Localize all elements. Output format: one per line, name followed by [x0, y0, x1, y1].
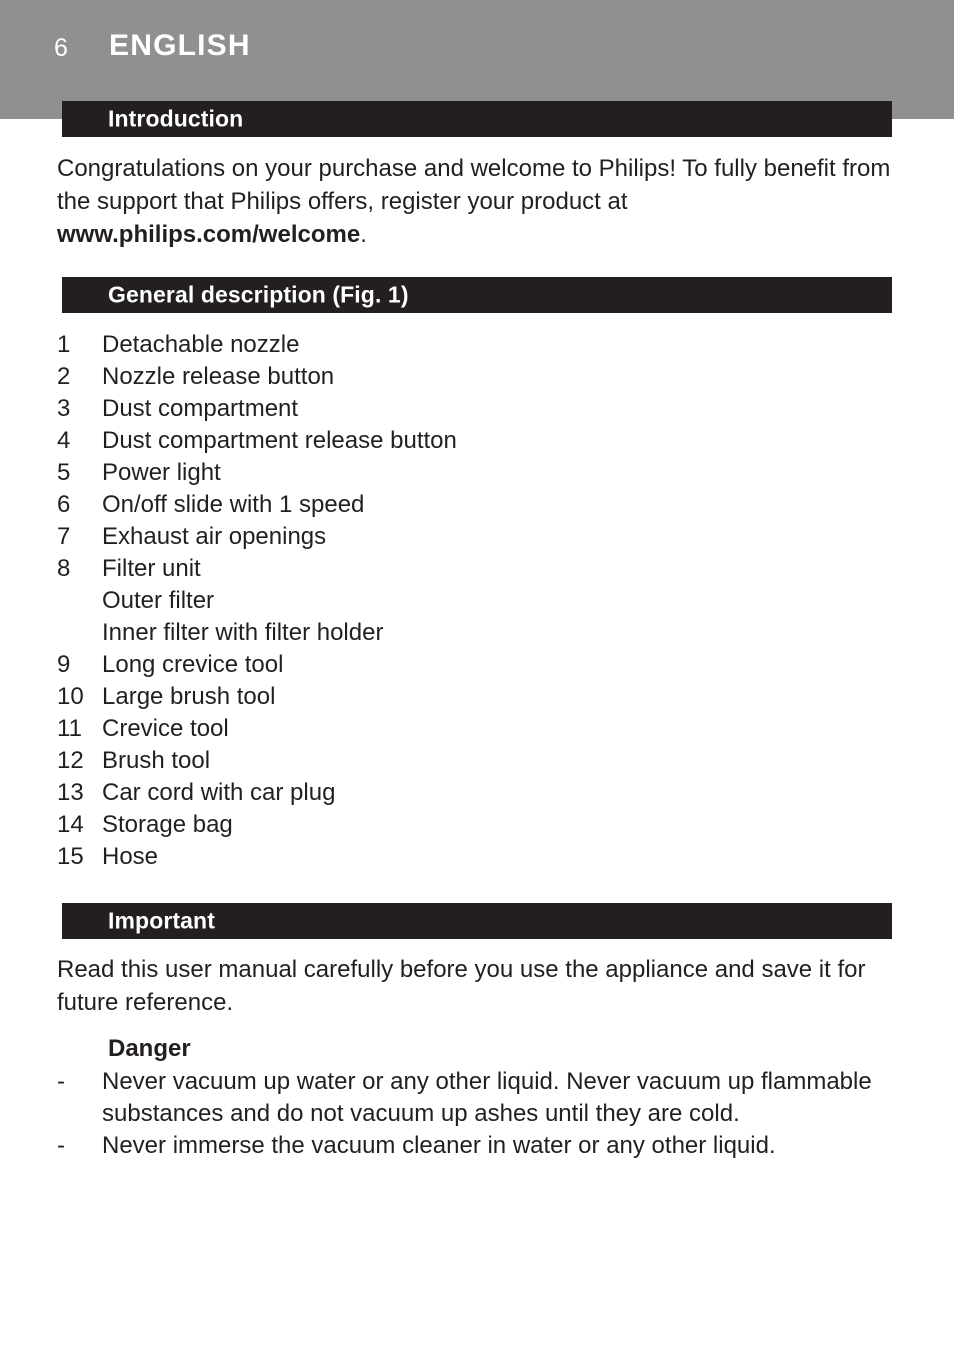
list-item-label: Dust compartment release button — [102, 427, 457, 454]
list-item-index: 14 — [57, 811, 84, 838]
section-bar-introduction: Introduction — [62, 101, 892, 137]
list-item: Inner filter with filter holder — [57, 617, 907, 649]
list-item: 8 Filter unit — [57, 553, 907, 585]
list-item-index: 3 — [57, 395, 71, 422]
list-item: - Never immerse the vacuum cleaner in wa… — [57, 1130, 907, 1162]
list-item-index: 1 — [57, 331, 71, 358]
list-item: 15 Hose — [57, 841, 907, 873]
philips-welcome-url: www.philips.com/welcome — [57, 221, 361, 248]
list-item: - Never vacuum up water or any other liq… — [57, 1066, 907, 1130]
list-item-label: Inner filter with filter holder — [102, 619, 384, 646]
list-item: 4 Dust compartment release button — [57, 425, 907, 457]
section-title-general-description: General description (Fig. 1) — [108, 281, 409, 308]
dash-bullet-icon: - — [57, 1132, 65, 1159]
dash-bullet-icon: - — [57, 1068, 65, 1095]
list-item: 2 Nozzle release button — [57, 361, 907, 393]
list-item-index: 7 — [57, 523, 71, 550]
list-item-label: Power light — [102, 459, 221, 486]
list-item: 11 Crevice tool — [57, 713, 907, 745]
page-number: 6 — [54, 34, 69, 62]
introduction-paragraph: Congratulations on your purchase and wel… — [57, 152, 897, 251]
list-item-label: Car cord with car plug — [102, 779, 336, 806]
list-item-label: Crevice tool — [102, 715, 229, 742]
list-item: 5 Power light — [57, 457, 907, 489]
list-item: 14 Storage bag — [57, 809, 907, 841]
list-item-index: 15 — [57, 843, 84, 870]
list-item-text: Never immerse the vacuum cleaner in wate… — [102, 1132, 776, 1159]
general-description-list: 1 Detachable nozzle 2 Nozzle release but… — [57, 329, 907, 873]
list-item-label: Brush tool — [102, 747, 211, 774]
introduction-paragraph-text: Congratulations on your purchase and wel… — [57, 155, 891, 215]
list-item-index: 10 — [57, 683, 84, 710]
list-item: 10 Large brush tool — [57, 681, 907, 713]
list-item-index: 13 — [57, 779, 84, 806]
section-bar-general-description: General description (Fig. 1) — [62, 277, 892, 313]
list-item-index: 11 — [57, 715, 82, 742]
list-item: 13 Car cord with car plug — [57, 777, 907, 809]
list-item-index: 5 — [57, 459, 71, 486]
danger-heading: Danger — [108, 1035, 191, 1062]
list-item: 1 Detachable nozzle — [57, 329, 907, 361]
list-item: 6 On/off slide with 1 speed — [57, 489, 907, 521]
section-title-introduction: Introduction — [108, 105, 244, 132]
list-item-label: Large brush tool — [102, 683, 276, 710]
list-item-label: Long crevice tool — [102, 651, 284, 678]
list-item: 7 Exhaust air openings — [57, 521, 907, 553]
introduction-paragraph-tail: . — [360, 221, 367, 248]
list-item-index: 8 — [57, 555, 71, 582]
list-item-index: 9 — [57, 651, 71, 678]
list-item-label: Outer filter — [102, 587, 215, 614]
running-head-title: ENGLISH — [109, 29, 251, 62]
list-item-text: Never vacuum up water or any other liqui… — [102, 1068, 872, 1127]
list-item: Outer filter — [57, 585, 907, 617]
list-item-index: 6 — [57, 491, 71, 518]
section-bar-important: Important — [62, 903, 892, 939]
list-item: 3 Dust compartment — [57, 393, 907, 425]
list-item-label: Exhaust air openings — [102, 523, 327, 550]
list-item: 12 Brush tool — [57, 745, 907, 777]
list-item-index: 12 — [57, 747, 84, 774]
section-title-important: Important — [108, 907, 215, 934]
important-paragraph: Read this user manual carefully before y… — [57, 956, 866, 1016]
list-item-label: Detachable nozzle — [102, 331, 300, 358]
list-item-label: Nozzle release button — [102, 363, 335, 390]
list-item-label: Dust compartment — [102, 395, 299, 422]
danger-bullet-list: - Never vacuum up water or any other liq… — [57, 1066, 907, 1162]
list-item-label: Filter unit — [102, 555, 201, 582]
list-item: 9 Long crevice tool — [57, 649, 907, 681]
list-item-label: Storage bag — [102, 811, 233, 838]
list-item-label: On/off slide with 1 speed — [102, 491, 365, 518]
list-item-label: Hose — [102, 843, 159, 870]
list-item-index: 4 — [57, 427, 71, 454]
list-item-index: 2 — [57, 363, 71, 390]
